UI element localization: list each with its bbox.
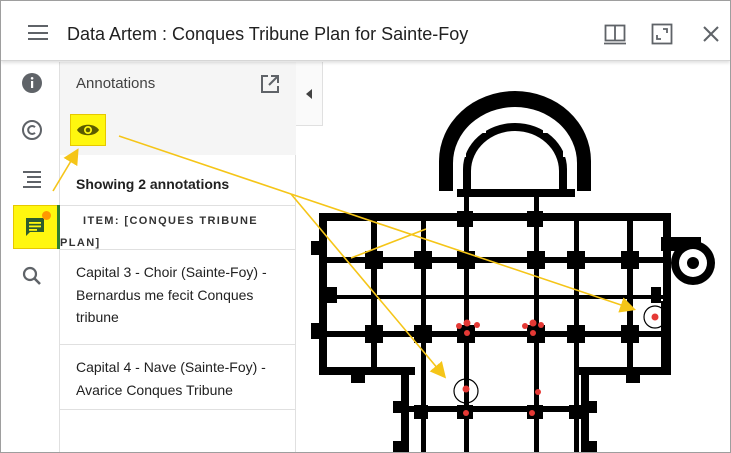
chevron-left-icon <box>306 88 312 99</box>
annotation-label: Capital 4 - Nave (Sainte-Foy) - Avarice … <box>76 359 266 398</box>
viewer-window: Data Artem : Conques Tribune Plan for Sa… <box>0 0 731 453</box>
panel-title: Annotations <box>76 75 156 92</box>
book-open-icon[interactable] <box>604 23 626 45</box>
annotations-panel: Annotations Showing 2 annotations ITEM: … <box>60 62 296 452</box>
annotation-item-2[interactable]: Capital 4 - Nave (Sainte-Foy) - Avarice … <box>60 344 296 410</box>
annotation-item-1[interactable]: Capital 3 - Choir (Sainte-Foy) - Bernard… <box>60 249 296 344</box>
annotation-count: Showing 2 annotations <box>76 176 230 192</box>
notification-badge <box>42 211 51 220</box>
hamburger-icon[interactable] <box>28 25 48 40</box>
item-heading: ITEM: [CONQUES TRIBUNE PLAN] <box>60 205 296 249</box>
window-title: Data Artem : Conques Tribune Plan for Sa… <box>67 24 469 44</box>
image-viewer[interactable] <box>296 62 730 453</box>
collapse-panel-button[interactable] <box>296 62 323 126</box>
church-floor-plan[interactable] <box>296 62 730 453</box>
close-icon[interactable] <box>700 23 722 45</box>
annotation-label: Capital 3 - Choir (Sainte-Foy) - Bernard… <box>76 264 267 325</box>
item-heading-label: ITEM: [CONQUES TRIBUNE PLAN] <box>60 215 259 249</box>
copyright-icon[interactable] <box>17 115 47 145</box>
companion-rail <box>1 62 60 452</box>
fullscreen-icon[interactable] <box>651 23 673 45</box>
search-icon[interactable] <box>17 261 47 291</box>
open-in-new-icon[interactable] <box>260 74 280 94</box>
list-icon[interactable] <box>17 164 47 194</box>
info-icon[interactable] <box>17 68 47 98</box>
top-bar: Data Artem : Conques Tribune Plan for Sa… <box>1 1 730 61</box>
toggle-annotations-button[interactable] <box>70 114 106 146</box>
eye-icon <box>77 124 99 136</box>
